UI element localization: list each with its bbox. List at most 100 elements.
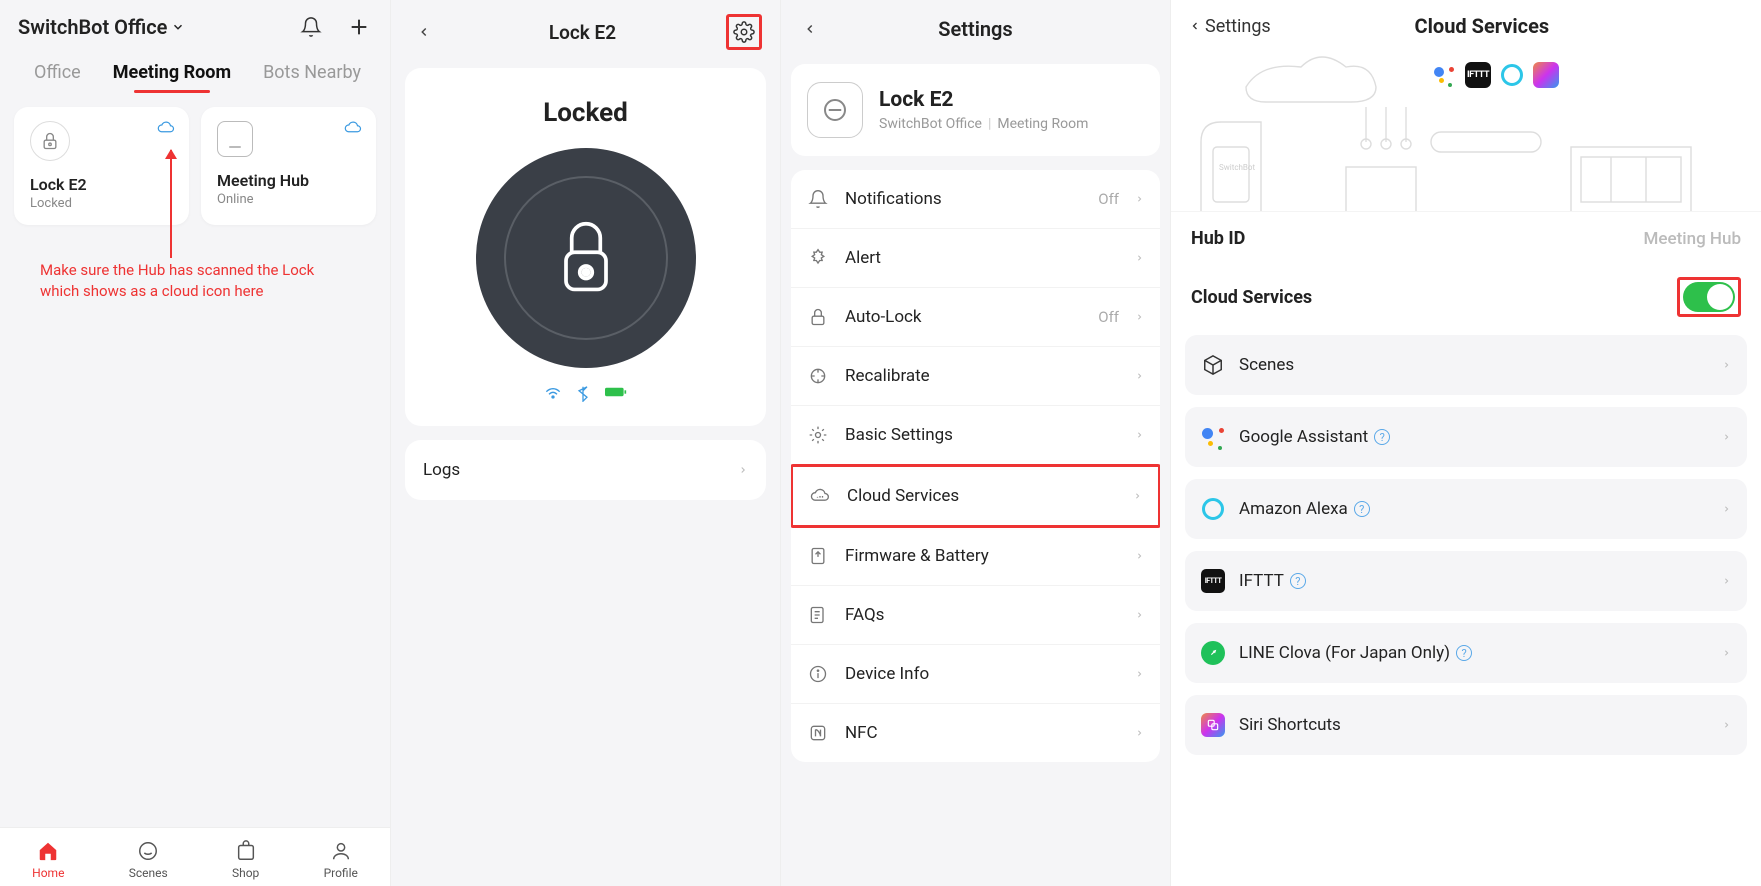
row-basic[interactable]: Basic Settings <box>791 406 1160 465</box>
row-line-clova[interactable]: LINE Clova (For Japan Only)? <box>1185 623 1747 683</box>
alert-icon <box>807 247 829 269</box>
back-button[interactable] <box>409 17 439 47</box>
chevron-left-icon <box>417 22 431 42</box>
device-icon <box>807 82 863 138</box>
bluetooth-icon <box>577 386 589 402</box>
connection-indicators <box>545 386 627 402</box>
nfc-icon <box>807 722 829 744</box>
chevron-right-icon <box>1135 608 1144 622</box>
row-alert[interactable]: Alert <box>791 229 1160 288</box>
google-assistant-icon <box>1201 425 1225 449</box>
row-notifications[interactable]: Notifications Off <box>791 170 1160 229</box>
svg-text:SwitchBot: SwitchBot <box>1219 163 1255 172</box>
row-faqs[interactable]: FAQs <box>791 586 1160 645</box>
scenes-icon <box>137 840 159 862</box>
row-siri[interactable]: Siri Shortcuts <box>1185 695 1747 755</box>
chevron-right-icon <box>1722 718 1731 732</box>
line-clova-icon <box>1201 641 1225 665</box>
chevron-right-icon <box>1135 251 1144 265</box>
help-icon[interactable]: ? <box>1456 645 1472 661</box>
page-title: Cloud Services <box>1271 14 1743 38</box>
nav-home[interactable]: Home <box>32 838 64 880</box>
gear-icon <box>733 21 755 43</box>
device-card-lock[interactable]: Lock E2 Locked <box>14 107 189 225</box>
plus-icon <box>348 16 370 38</box>
notifications-button[interactable] <box>298 14 324 40</box>
device-card-hub[interactable]: Meeting Hub Online <box>201 107 376 225</box>
home-panel: SwitchBot Office Office Meeting Room Bot… <box>0 0 390 886</box>
logs-row[interactable]: Logs <box>405 440 766 500</box>
location-dropdown[interactable]: SwitchBot Office <box>18 15 298 39</box>
device-location: SwitchBot Office|Meeting Room <box>879 116 1088 132</box>
ifttt-icon: IFTTT <box>1201 569 1225 593</box>
chevron-right-icon <box>1722 574 1731 588</box>
info-icon <box>807 663 829 685</box>
nav-shop[interactable]: Shop <box>232 838 259 880</box>
firmware-icon <box>807 545 829 567</box>
row-alexa[interactable]: Amazon Alexa? <box>1185 479 1747 539</box>
row-ifttt[interactable]: IFTTT IFTTT? <box>1185 551 1747 611</box>
chevron-right-icon <box>1722 646 1731 660</box>
help-icon[interactable]: ? <box>1290 573 1306 589</box>
device-name: Lock E2 <box>30 175 173 194</box>
add-button[interactable] <box>346 14 372 40</box>
lock-device-icon <box>30 121 70 161</box>
tab-meeting-room[interactable]: Meeting Room <box>97 56 247 93</box>
row-firmware[interactable]: Firmware & Battery <box>791 527 1160 586</box>
lock-status-text: Locked <box>543 98 628 128</box>
settings-panel: Settings Lock E2 SwitchBot Office|Meetin… <box>780 0 1170 886</box>
row-device-info[interactable]: Device Info <box>791 645 1160 704</box>
annotation-text: Make sure the Hub has scanned the Lock w… <box>0 260 390 302</box>
bell-icon <box>300 16 322 38</box>
profile-icon <box>330 840 352 862</box>
nav-profile[interactable]: Profile <box>324 838 358 880</box>
google-assistant-logo <box>1431 62 1457 88</box>
chevron-right-icon <box>1133 489 1142 503</box>
chevron-right-icon <box>1722 358 1731 372</box>
chevron-down-icon <box>171 20 185 34</box>
chevron-left-icon <box>1189 17 1201 35</box>
wifi-icon <box>545 386 561 402</box>
gear-icon <box>807 424 829 446</box>
help-icon[interactable]: ? <box>1354 501 1370 517</box>
faq-icon <box>807 604 829 626</box>
page-title: Settings <box>825 17 1126 41</box>
tab-office[interactable]: Office <box>18 56 97 93</box>
chevron-right-icon <box>1135 192 1144 206</box>
chevron-right-icon <box>1135 667 1144 681</box>
location-name: SwitchBot Office <box>18 15 167 39</box>
chevron-right-icon <box>1135 726 1144 740</box>
annotation-arrow <box>170 150 172 258</box>
settings-button[interactable] <box>731 19 757 45</box>
chevron-right-icon <box>1135 549 1144 563</box>
battery-icon <box>605 386 627 402</box>
row-cloud-services[interactable]: Cloud Services <box>793 467 1158 525</box>
row-nfc[interactable]: NFC <box>791 704 1160 762</box>
row-recalibrate[interactable]: Recalibrate <box>791 347 1160 406</box>
hub-id-value: Meeting Hub <box>1644 229 1741 249</box>
row-autolock[interactable]: Auto-Lock Off <box>791 288 1160 347</box>
back-button[interactable]: Settings <box>1189 16 1271 37</box>
service-list: Scenes Google Assistant? Amazon Alexa? I… <box>1171 335 1761 775</box>
lock-toggle-button[interactable] <box>476 148 696 368</box>
help-icon[interactable]: ? <box>1374 429 1390 445</box>
room-tabs: Office Meeting Room Bots Nearby ⋮ <box>0 50 390 93</box>
device-name: Meeting Hub <box>217 171 360 190</box>
cloud-toggle-highlight <box>1677 277 1741 317</box>
cloud-services-toggle[interactable] <box>1683 282 1735 312</box>
settings-button-highlight <box>726 14 762 50</box>
illustration: IFTTT SwitchBot <box>1171 52 1761 212</box>
back-button[interactable] <box>795 14 825 44</box>
cloud-toggle-row: Cloud Services <box>1171 265 1761 335</box>
chevron-right-icon <box>1135 310 1144 324</box>
device-header: Lock E2 SwitchBot Office|Meeting Room <box>791 64 1160 156</box>
row-scenes[interactable]: Scenes <box>1185 335 1747 395</box>
row-google-assistant[interactable]: Google Assistant? <box>1185 407 1747 467</box>
hub-id-label: Hub ID <box>1191 228 1644 249</box>
bell-icon <box>807 188 829 210</box>
scenes-icon <box>1201 353 1225 377</box>
device-status: Locked <box>30 196 173 211</box>
tab-bots-nearby[interactable]: Bots Nearby <box>247 56 377 93</box>
nav-scenes[interactable]: Scenes <box>129 838 168 880</box>
lock-detail-panel: Lock E2 Locked Logs <box>390 0 780 886</box>
